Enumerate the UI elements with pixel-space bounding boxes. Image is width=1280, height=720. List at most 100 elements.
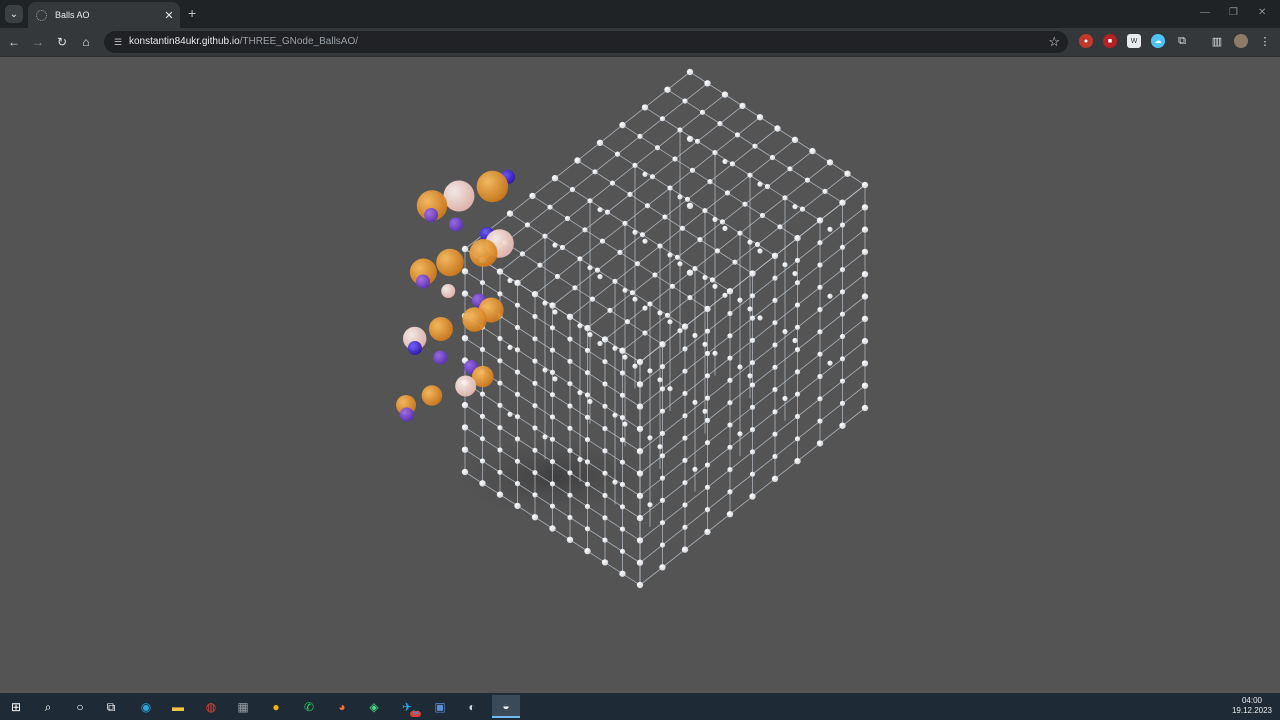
firefox-icon[interactable]: ◕ [332, 697, 352, 717]
helix-ball [476, 170, 509, 203]
back-button[interactable]: ← [6, 34, 22, 50]
lattice-node [632, 229, 638, 235]
windows-start-icon[interactable]: ⊞ [6, 697, 26, 717]
star-icon[interactable]: ☆ [1048, 34, 1060, 50]
lattice-node [749, 315, 756, 321]
extension-cloud-icon[interactable]: ☁ [1151, 34, 1165, 48]
task-view-icon[interactable]: ⧉ [101, 697, 121, 717]
lattice-node [549, 503, 556, 509]
app-blue-icon[interactable]: ▣ [430, 697, 450, 717]
lattice-node [817, 240, 823, 246]
lattice-node [632, 162, 638, 168]
lattice-node [461, 268, 469, 275]
lattice-node [636, 381, 644, 388]
lattice-node [686, 202, 694, 209]
coin-app-icon[interactable]: ● [266, 697, 286, 717]
search-icon[interactable]: ⌕ [38, 697, 58, 717]
file-explorer-icon[interactable]: ▬ [168, 697, 188, 717]
profile-avatar[interactable] [1234, 34, 1248, 48]
lattice-node [542, 367, 548, 373]
lattice-node [587, 265, 593, 271]
restore-button[interactable]: ❐ [1229, 7, 1238, 18]
lattice-node [532, 336, 538, 342]
lattice-node [681, 546, 689, 553]
lattice-node [597, 340, 603, 347]
tab-search-button[interactable]: ⌄ [5, 5, 23, 23]
lattice-node [709, 277, 716, 283]
lattice-node [622, 421, 628, 427]
lattice-node [594, 267, 601, 273]
lattice-node [531, 514, 539, 521]
helix-ball [469, 239, 498, 267]
active-app-icon[interactable]: ◒ [492, 695, 520, 718]
helix-ball [416, 274, 431, 289]
lattice-node [507, 277, 513, 284]
cube-shadow [445, 432, 665, 522]
helix-ball [399, 407, 414, 422]
lattice-node [567, 381, 573, 387]
lattice-node [587, 332, 593, 338]
webgl-canvas[interactable] [0, 57, 1280, 693]
address-bar[interactable]: ☰ konstantin84ukr.github.io/THREE_GNode_… [104, 31, 1068, 53]
forward-arrow-icon: → [32, 35, 44, 49]
lattice-node [479, 458, 486, 464]
side-panel-icon[interactable]: ▥ [1210, 34, 1224, 48]
lattice-node [839, 267, 846, 273]
edge-icon[interactable]: ◉ [136, 697, 156, 717]
lattice-node [659, 116, 666, 122]
lattice-node [659, 386, 666, 392]
lattice-node [727, 400, 733, 406]
more-menu-icon[interactable]: ⋮ [1258, 34, 1272, 48]
lattice-node [677, 127, 683, 133]
lattice-node [702, 408, 708, 414]
close-tab-icon[interactable]: ✕ [162, 8, 176, 22]
whatsapp-icon[interactable]: ✆ [299, 697, 319, 717]
lattice-node [629, 290, 636, 296]
url-text[interactable]: konstantin84ukr.github.io/THREE_GNode_Ba… [129, 35, 358, 49]
lattice-node [861, 226, 869, 233]
site-info-icon[interactable]: ☰ [112, 36, 124, 48]
lattice-node [637, 133, 643, 139]
home-button[interactable]: ⌂ [78, 34, 94, 50]
extension-shield-icon[interactable]: ■ [1103, 34, 1117, 48]
system-clock[interactable]: 04:00 19.12.2023 [1232, 696, 1272, 716]
lattice-node [634, 261, 641, 267]
lattice-node [507, 411, 513, 417]
lattice-node [642, 238, 648, 244]
extension-w-icon[interactable]: W [1127, 34, 1141, 48]
new-tab-button[interactable]: + [188, 6, 196, 20]
helix-ball [436, 248, 464, 277]
lattice-node [642, 171, 648, 177]
lattice-node [777, 224, 783, 230]
app-green-icon[interactable]: ◈ [364, 697, 384, 717]
telegram-badge: 54 [410, 711, 421, 717]
lattice-node [739, 102, 746, 110]
steam-icon[interactable]: ◐ [462, 697, 482, 717]
lattice-node [532, 403, 538, 409]
lattice-node [497, 425, 503, 431]
cortana-icon[interactable]: ○ [70, 697, 90, 717]
tab-balls-ao[interactable]: Balls AO ✕ [28, 2, 180, 28]
helix-ball [455, 375, 477, 397]
lattice-node [794, 324, 801, 330]
lattice-node [657, 243, 663, 249]
lattice-node [757, 248, 763, 254]
lattice-node [827, 293, 833, 299]
extensions-puzzle-icon[interactable]: ⧉ [1175, 34, 1189, 48]
extension-record-icon[interactable]: ● [1079, 34, 1093, 48]
telegram-icon[interactable]: ✈ 54 [397, 697, 421, 717]
lattice-node [604, 209, 611, 215]
lattice-node [712, 283, 718, 289]
minimize-button[interactable]: — [1200, 7, 1210, 18]
lattice-node [817, 418, 823, 424]
calculator-icon[interactable]: ▦ [233, 697, 253, 717]
lattice-node [497, 402, 503, 408]
lattice-node [584, 392, 591, 398]
lattice-node [549, 347, 556, 353]
lattice-node [799, 206, 806, 212]
reload-button[interactable]: ↻ [54, 34, 70, 50]
lattice-node [584, 437, 591, 443]
chrome-icon[interactable]: ◍ [201, 697, 221, 717]
close-window-button[interactable]: ✕ [1258, 7, 1266, 18]
forward-button[interactable]: → [30, 34, 46, 50]
